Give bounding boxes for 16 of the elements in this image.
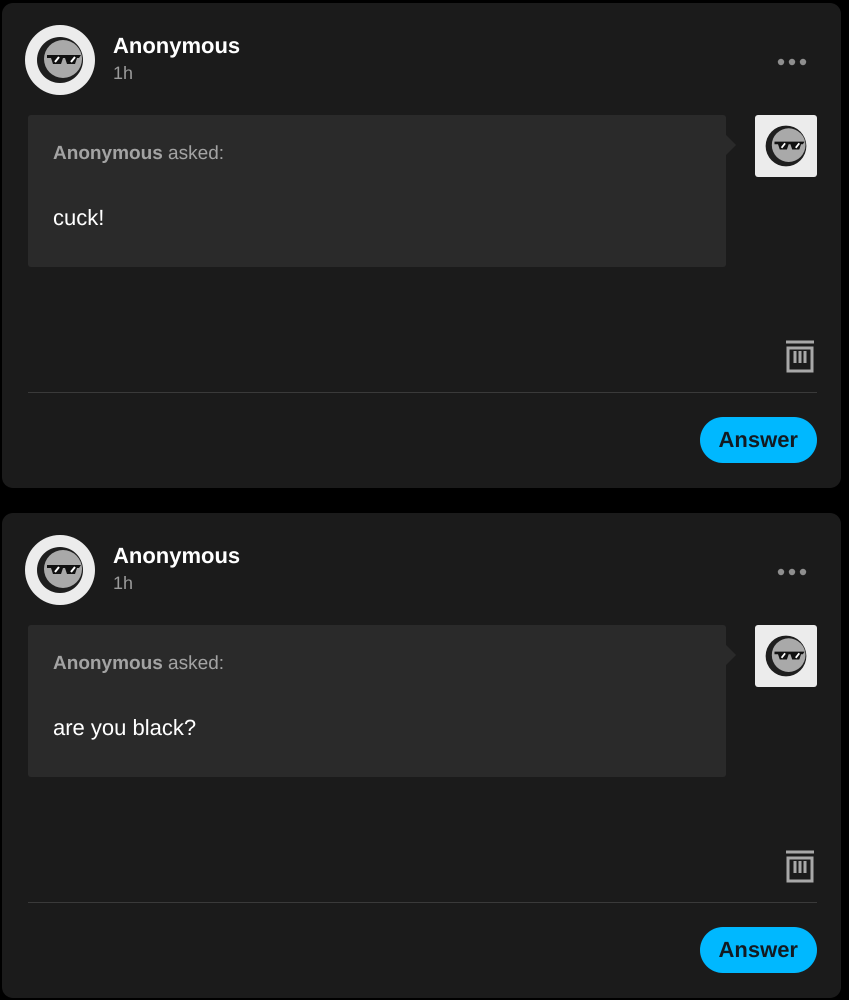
answer-button[interactable]: Answer xyxy=(700,417,817,463)
asked-label: Anonymous asked: xyxy=(53,652,226,676)
more-icon[interactable] xyxy=(777,568,807,576)
more-icon[interactable] xyxy=(777,58,807,66)
trash-icon[interactable] xyxy=(785,850,815,883)
answer-button[interactable]: Answer xyxy=(700,927,817,973)
trash-icon[interactable] xyxy=(785,340,815,373)
avatar-icon xyxy=(25,25,95,95)
question-text: cuck! xyxy=(53,204,106,232)
post-time: 1h xyxy=(113,62,134,85)
author-name[interactable]: Anonymous xyxy=(113,33,777,59)
avatar-icon xyxy=(25,535,95,605)
author-name[interactable]: Anonymous xyxy=(113,543,777,569)
question-text: are you black? xyxy=(53,714,198,742)
post-time: 1h xyxy=(113,572,134,595)
asked-label: Anonymous asked: xyxy=(53,142,226,166)
